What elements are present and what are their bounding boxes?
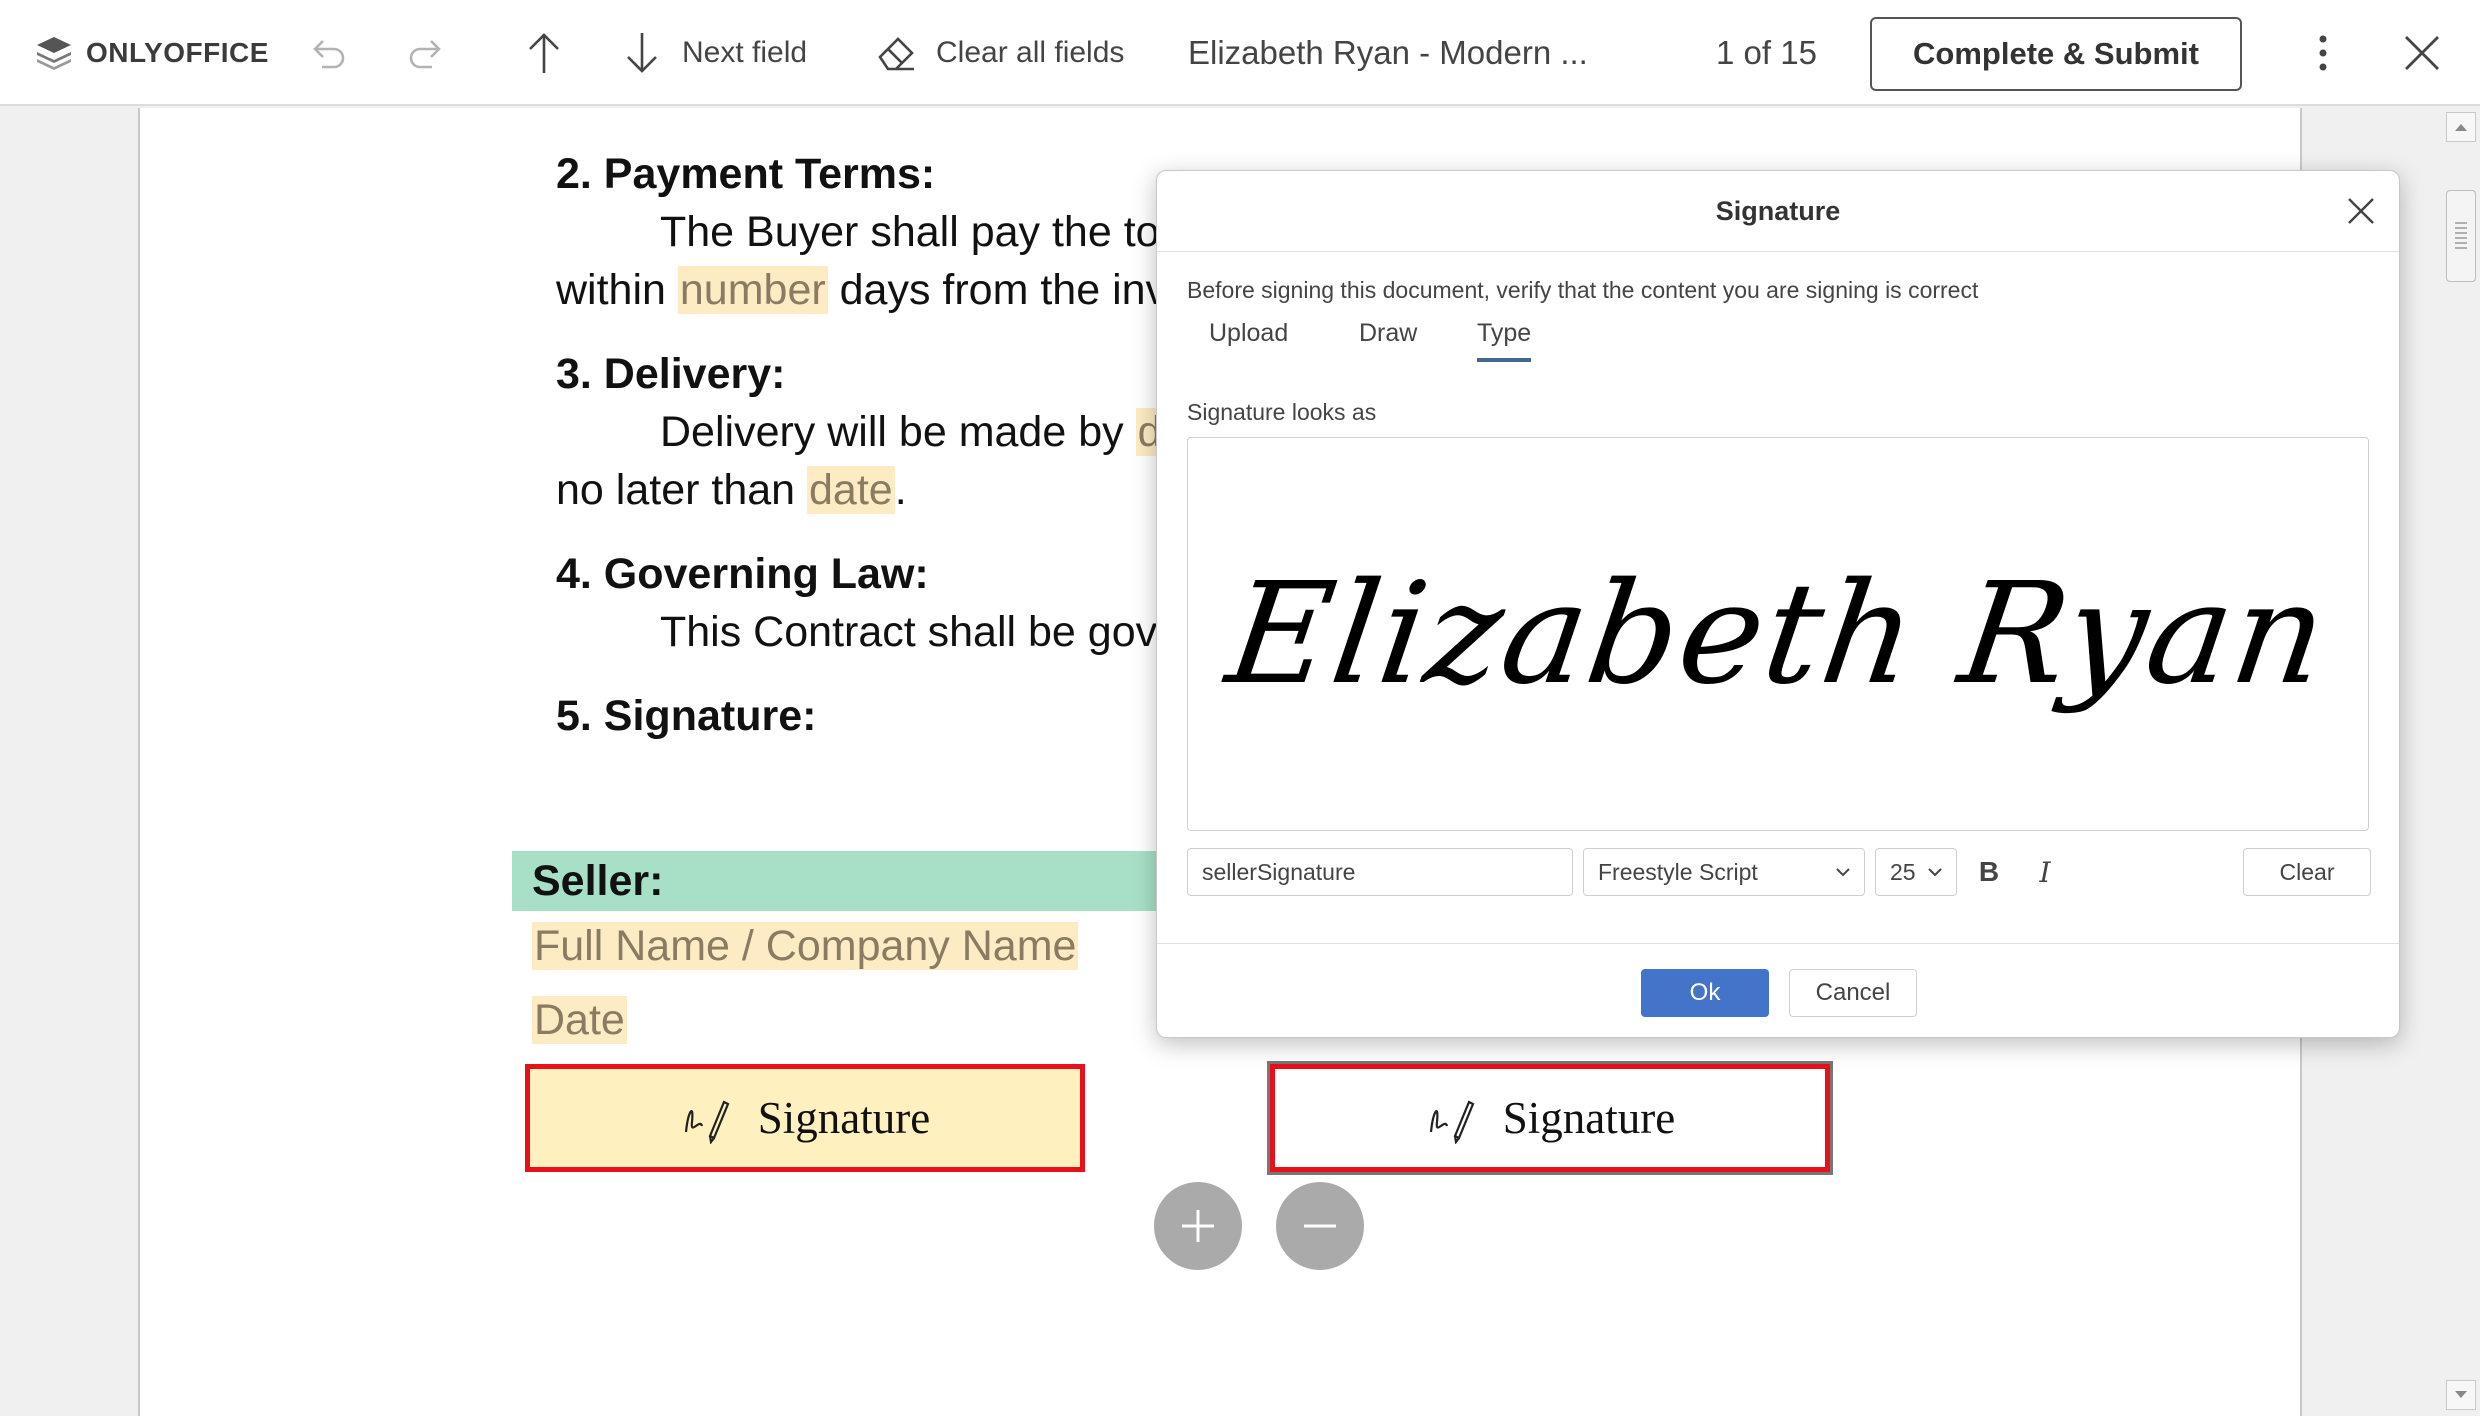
ok-button[interactable]: Ok bbox=[1641, 969, 1769, 1017]
more-vertical-icon bbox=[2319, 35, 2327, 71]
minus-icon bbox=[1304, 1224, 1336, 1228]
delivery-line2: no later than date. bbox=[556, 466, 907, 515]
buyer-signature-label: Signature bbox=[1502, 1093, 1676, 1143]
signature-preview-text: Elizabeth Ryan bbox=[1218, 552, 2338, 716]
triangle-down-icon bbox=[2455, 1391, 2467, 1398]
delivery-line1: Delivery will be made by d bbox=[660, 408, 1164, 457]
seller-signature-field[interactable]: Signature bbox=[525, 1064, 1085, 1172]
scrollbar-thumb[interactable] bbox=[2446, 190, 2476, 282]
bold-button[interactable]: B bbox=[1969, 851, 2009, 893]
clear-all-fields-button[interactable]: Clear all fields bbox=[874, 0, 1124, 106]
page-indicator: 1 of 15 bbox=[1716, 0, 1817, 106]
close-icon bbox=[2348, 198, 2374, 224]
delivery-line2-pre: no later than bbox=[556, 466, 808, 514]
seller-signature-label: Signature bbox=[757, 1093, 931, 1143]
font-select-value: Freestyle Script bbox=[1598, 858, 1758, 885]
document-title-text: Elizabeth Ryan - Modern ... bbox=[1188, 34, 1588, 71]
dialog-note: Before signing this document, verify tha… bbox=[1187, 277, 1979, 303]
signature-pen-icon bbox=[1425, 1092, 1477, 1144]
onlyoffice-logo-icon bbox=[37, 37, 71, 70]
tab-upload[interactable]: Upload bbox=[1209, 319, 1288, 358]
tab-draw[interactable]: Draw bbox=[1359, 319, 1417, 358]
payment-line2-post: days from the inv bbox=[827, 266, 1168, 314]
plus-icon bbox=[1182, 1210, 1214, 1242]
clear-signature-button[interactable]: Clear bbox=[2243, 848, 2371, 896]
payment-terms-line2: within number days from the inv bbox=[556, 266, 1167, 315]
delivery-heading: 3. Delivery: bbox=[556, 350, 786, 398]
signature-looks-as-label: Signature looks as bbox=[1187, 399, 1377, 425]
next-field-label: Next field bbox=[682, 36, 808, 69]
signature-preview: Elizabeth Ryan bbox=[1187, 437, 2369, 831]
scroll-down-button[interactable] bbox=[2446, 1380, 2476, 1410]
signature-name-value: sellerSignature bbox=[1202, 858, 1356, 885]
chevron-down-icon bbox=[1928, 868, 1942, 877]
date-inline-field[interactable]: date bbox=[807, 466, 895, 514]
complete-submit-button[interactable]: Complete & Submit bbox=[1870, 17, 2242, 91]
undo-button[interactable] bbox=[306, 0, 350, 106]
redo-button[interactable] bbox=[404, 0, 448, 106]
close-icon bbox=[2405, 36, 2439, 70]
delivery-line1-text: Delivery will be made by bbox=[660, 408, 1124, 456]
eraser-icon bbox=[878, 37, 914, 71]
font-select[interactable]: Freestyle Script bbox=[1583, 848, 1865, 896]
more-options-button[interactable] bbox=[2308, 0, 2338, 106]
payment-terms-line1: The Buyer shall pay the to bbox=[660, 208, 1160, 256]
cancel-button[interactable]: Cancel bbox=[1789, 969, 1917, 1017]
signature-dialog: Signature Before signing this document, … bbox=[1156, 170, 2400, 1038]
font-size-select[interactable]: 25 bbox=[1875, 848, 1957, 896]
italic-button[interactable]: I bbox=[2025, 851, 2065, 893]
font-size-value: 25 bbox=[1890, 858, 1916, 885]
previous-field-button[interactable] bbox=[522, 0, 566, 106]
date-field[interactable]: Date bbox=[532, 996, 627, 1044]
scroll-up-button[interactable] bbox=[2446, 112, 2476, 142]
signature-heading: 5. Signature: bbox=[556, 692, 817, 740]
document-title: Elizabeth Ryan - Modern ... bbox=[1188, 0, 1588, 106]
payment-terms-heading: 2. Payment Terms: bbox=[556, 150, 936, 198]
full-name-line: Full Name / Company Name bbox=[532, 922, 1079, 971]
clear-all-fields-label: Clear all fields bbox=[936, 36, 1125, 69]
top-toolbar: ONLYOFFICE Next field Clear all fields E… bbox=[0, 0, 2480, 106]
full-name-field[interactable]: Full Name / Company Name bbox=[532, 922, 1079, 970]
chevron-down-icon bbox=[1836, 868, 1850, 877]
add-button[interactable] bbox=[1154, 1182, 1242, 1270]
governing-law-heading: 4. Governing Law: bbox=[556, 550, 929, 598]
page-indicator-text: 1 of 15 bbox=[1716, 34, 1817, 71]
dialog-title: Signature bbox=[1157, 171, 2399, 252]
dialog-footer-divider bbox=[1157, 943, 2399, 944]
governing-law-line1: This Contract shall be gov bbox=[660, 608, 1158, 656]
seller-header: Seller: bbox=[512, 851, 1162, 911]
signature-pen-icon bbox=[680, 1092, 732, 1144]
remove-button[interactable] bbox=[1276, 1182, 1364, 1270]
buyer-signature-field[interactable]: Signature bbox=[1270, 1064, 1830, 1172]
undo-icon bbox=[313, 40, 345, 69]
logo-text: ONLYOFFICE bbox=[86, 37, 269, 68]
logo: ONLYOFFICE bbox=[34, 0, 269, 106]
tab-type[interactable]: Type bbox=[1477, 319, 1532, 362]
arrow-down-icon bbox=[627, 33, 657, 73]
date-line: Date bbox=[532, 996, 627, 1045]
next-field-button[interactable]: Next field bbox=[620, 0, 807, 106]
arrow-up-icon bbox=[529, 33, 559, 73]
dialog-close-button[interactable] bbox=[2343, 193, 2379, 229]
payment-line2-pre: within bbox=[556, 266, 678, 314]
triangle-up-icon bbox=[2455, 124, 2467, 131]
delivery-line2-post: . bbox=[894, 466, 907, 514]
number-field[interactable]: number bbox=[677, 266, 828, 314]
seller-label: Seller: bbox=[532, 857, 664, 905]
signature-name-input[interactable]: sellerSignature bbox=[1187, 848, 1573, 896]
grip-icon bbox=[2455, 222, 2467, 249]
close-editor-button[interactable] bbox=[2402, 0, 2442, 106]
redo-icon bbox=[409, 40, 441, 69]
